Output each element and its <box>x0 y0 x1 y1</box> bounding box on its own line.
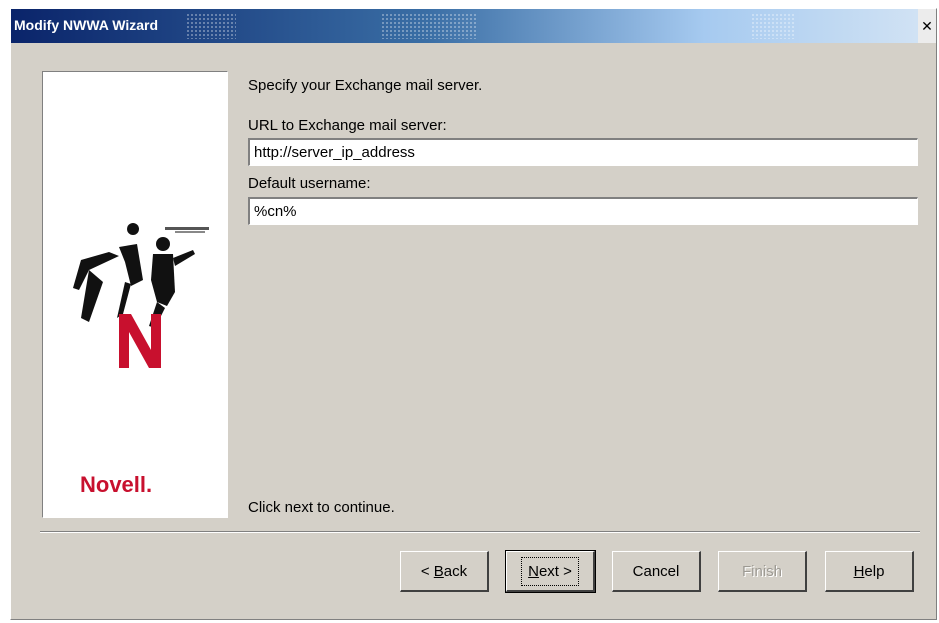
next-label-access-key: N <box>528 562 539 580</box>
window-title: Modify NWWA Wizard <box>14 17 159 33</box>
help-label-rest: elp <box>864 562 885 580</box>
title-bar-pattern <box>751 13 796 39</box>
back-label-access-key: B <box>433 562 444 580</box>
speed-line <box>175 231 205 233</box>
figure-head <box>156 237 170 251</box>
finish-label: Finish <box>741 562 782 580</box>
username-input[interactable] <box>248 197 918 225</box>
url-label: URL to Exchange mail server: <box>248 117 447 134</box>
novell-n-icon <box>119 314 161 368</box>
next-button[interactable]: Next > <box>505 550 596 593</box>
help-label-access-key: H <box>853 562 865 580</box>
close-button[interactable]: ✕ <box>918 9 936 43</box>
back-label: < Back <box>421 563 467 580</box>
back-label-prefix: < <box>420 562 434 580</box>
title-bar[interactable]: Modify NWWA Wizard ✕ <box>11 9 936 43</box>
wizard-window: Modify NWWA Wizard ✕ Novell. Specify you… <box>10 8 937 620</box>
finish-button[interactable]: Finish <box>718 551 807 592</box>
url-input[interactable] <box>248 138 918 166</box>
figure-leg <box>117 282 131 318</box>
figure-body <box>151 254 175 306</box>
novell-logo: Novell. <box>80 472 153 497</box>
back-button[interactable]: < Back <box>400 551 489 592</box>
next-label-rest: ext > <box>538 562 572 580</box>
back-label-rest: ack <box>443 562 468 580</box>
cancel-label: Cancel <box>632 562 680 580</box>
separator <box>40 531 920 533</box>
username-label: Default username: <box>248 175 371 192</box>
instruction-text: Specify your Exchange mail server. <box>248 77 483 94</box>
branding-panel: Novell. <box>42 71 228 518</box>
figure-arm <box>173 250 195 266</box>
help-button[interactable]: Help <box>825 551 914 592</box>
title-bar-pattern <box>186 13 236 39</box>
footnote-text: Click next to continue. <box>248 499 395 516</box>
cancel-button[interactable]: Cancel <box>612 551 701 592</box>
novell-n-logo-icon <box>73 223 209 368</box>
close-icon: ✕ <box>921 17 933 34</box>
figure-body <box>119 244 143 286</box>
help-label: Help <box>854 563 885 580</box>
figure-head <box>127 223 139 235</box>
next-label: Next > <box>521 556 579 586</box>
title-bar-pattern <box>381 13 476 39</box>
speed-line <box>165 227 209 230</box>
